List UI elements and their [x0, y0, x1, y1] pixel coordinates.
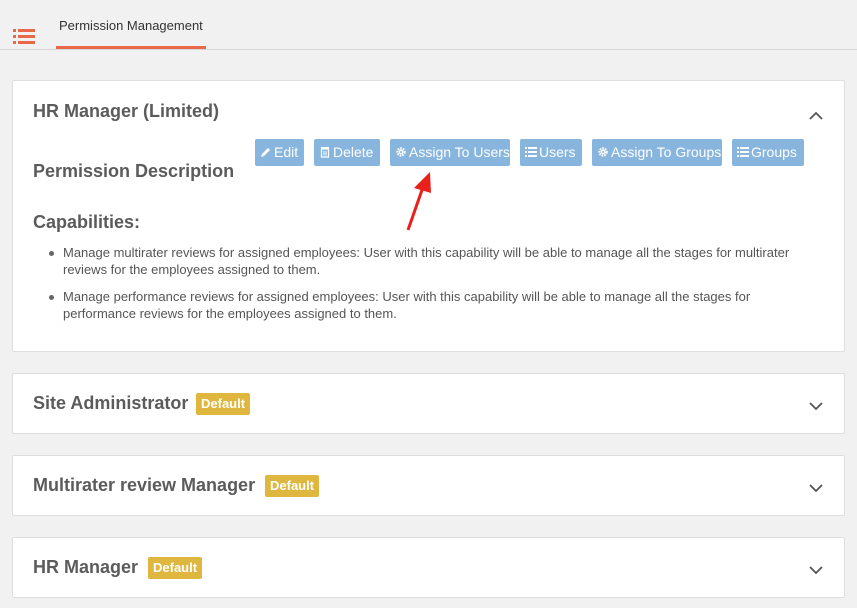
- panel-title: Site Administrator: [33, 393, 189, 413]
- annotation-arrow-icon: [406, 172, 431, 231]
- capabilities-list: Manage multirater reviews for assigned e…: [49, 244, 823, 332]
- assign-to-users-button[interactable]: Assign To Users: [390, 139, 510, 166]
- tab-permission-management[interactable]: Permission Management: [56, 18, 206, 49]
- permission-panel-hr-manager[interactable]: HR Manager Default: [12, 537, 845, 598]
- permission-description-label: Permission Description: [33, 161, 235, 181]
- panel-title: Multirater review Manager: [33, 475, 256, 495]
- chevron-down-icon[interactable]: [808, 398, 824, 414]
- status-badge: Default: [196, 393, 251, 415]
- status-badge: Default: [148, 557, 203, 579]
- users-button[interactable]: Users: [520, 139, 582, 166]
- permission-panel-multirater-review-manager[interactable]: Multirater review Manager Default: [12, 455, 845, 516]
- status-badge: Default: [265, 475, 320, 497]
- panel-title: HR Manager: [33, 557, 139, 577]
- chevron-down-icon[interactable]: [808, 480, 824, 496]
- list-item: Manage multirater reviews for assigned e…: [49, 244, 823, 278]
- permission-panel-site-administrator[interactable]: Site Administrator Default: [12, 373, 845, 434]
- list-icon: [737, 147, 749, 157]
- list-icon[interactable]: [13, 28, 35, 45]
- list-icon: [525, 147, 537, 157]
- tab-label: Permission Management: [59, 18, 203, 33]
- edit-button[interactable]: Edit: [255, 139, 304, 166]
- list-item: Manage performance reviews for assigned …: [49, 288, 823, 322]
- assign-to-groups-button[interactable]: Assign To Groups: [592, 139, 722, 166]
- capabilities-heading: Capabilities:: [33, 212, 141, 232]
- trash-icon: [320, 147, 330, 158]
- chevron-down-icon[interactable]: [808, 562, 824, 578]
- gear-icon: [598, 147, 608, 157]
- delete-button[interactable]: Delete: [314, 139, 380, 166]
- top-tab-bar: Permission Management: [0, 0, 857, 50]
- panel-title[interactable]: HR Manager (Limited): [33, 101, 219, 122]
- chevron-up-icon[interactable]: [808, 108, 824, 124]
- groups-button[interactable]: Groups: [732, 139, 804, 166]
- pencil-icon: [261, 148, 270, 157]
- gear-icon: [396, 147, 406, 157]
